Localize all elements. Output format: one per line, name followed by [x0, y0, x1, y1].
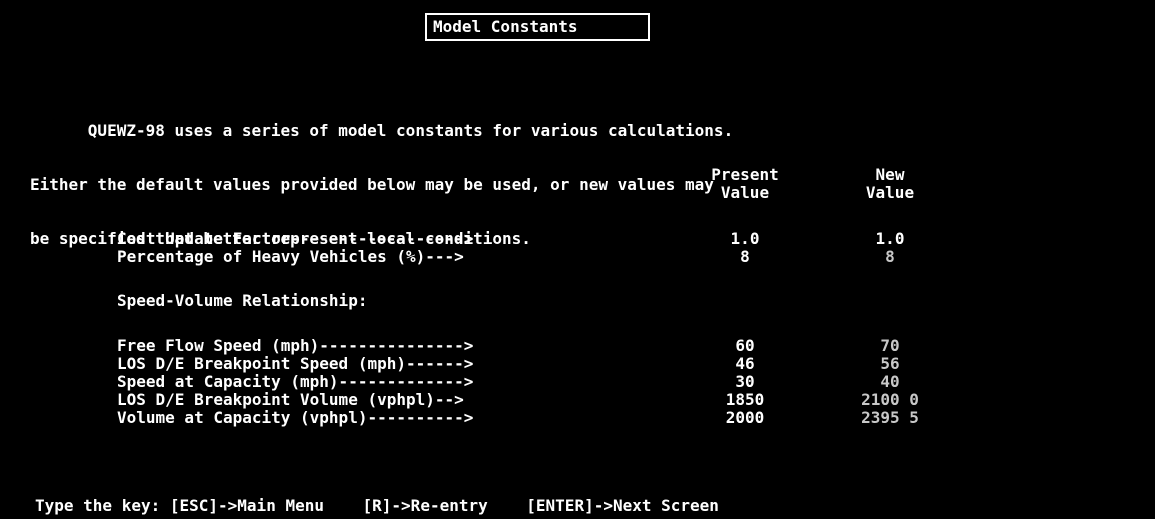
present-value-free-flow-speed: 60 [735, 336, 755, 355]
new-value-los-breakpoint-volume[interactable]: 2100 0 [830, 391, 950, 409]
present-value-header-line2: Value [720, 183, 770, 202]
row-label-heavy-vehicles: Percentage of Heavy Vehicles (%)---> [117, 247, 464, 266]
present-value-header-line1: Present [711, 165, 779, 184]
new-value-los-breakpoint-speed[interactable]: 56 [830, 355, 950, 373]
input-cursor-residue: 0 [899, 390, 919, 409]
new-value-header-line2: Value [865, 183, 915, 202]
row-label-free-flow-speed: Free Flow Speed (mph)---------------> [117, 336, 474, 355]
present-value-los-breakpoint-speed: 46 [735, 354, 755, 373]
input-cursor-residue: 5 [899, 408, 919, 427]
new-value-text[interactable]: 2395 [861, 408, 900, 427]
new-value-text[interactable]: 2100 [861, 390, 900, 409]
present-value-los-breakpoint-volume: 1850 [725, 390, 765, 409]
new-value-speed-at-capacity[interactable]: 40 [830, 373, 950, 391]
intro-line: Either the default values provided below… [30, 175, 714, 194]
key-instructions: Type the key: [ESC]->Main Menu [R]->Re-e… [35, 496, 719, 515]
section-label-speed-volume: Speed-Volume Relationship: [117, 291, 368, 310]
new-value-volume-at-capacity[interactable]: 2395 5 [830, 409, 950, 427]
new-value-text[interactable]: 56 [880, 354, 899, 373]
present-value-heavy-vehicles: 8 [740, 247, 750, 266]
title-box: Model Constants [425, 13, 650, 41]
present-value-cost-update-factor: 1.0 [730, 229, 760, 248]
new-value-text[interactable]: 40 [880, 372, 899, 391]
intro-line: QUEWZ-98 uses a series of model constant… [30, 121, 734, 140]
row-label-volume-at-capacity: Volume at Capacity (vphpl)----------> [117, 408, 474, 427]
present-value-volume-at-capacity: 2000 [725, 408, 765, 427]
dos-screen: Model Constants QUEWZ-98 uses a series o… [0, 0, 1155, 519]
page-title: Model Constants [433, 17, 578, 36]
new-value-heavy-vehicles[interactable]: 8 [830, 248, 950, 266]
new-value-free-flow-speed[interactable]: 70 [830, 337, 950, 355]
new-value-text[interactable]: 1.0 [876, 229, 905, 248]
row-label-los-breakpoint-speed: LOS D/E Breakpoint Speed (mph)------> [117, 354, 474, 373]
present-value-speed-at-capacity: 30 [735, 372, 755, 391]
new-value-header-line1: New [875, 165, 905, 184]
new-value-text[interactable]: 70 [880, 336, 899, 355]
new-value-cost-update-factor[interactable]: 1.0 [830, 230, 950, 248]
new-value-text[interactable]: 8 [885, 247, 895, 266]
row-label-los-breakpoint-volume: LOS D/E Breakpoint Volume (vphpl)--> [117, 390, 464, 409]
row-label-cost-update-factor: Cost Update Factor------------------> [117, 229, 474, 248]
row-label-speed-at-capacity: Speed at Capacity (mph)-------------> [117, 372, 474, 391]
